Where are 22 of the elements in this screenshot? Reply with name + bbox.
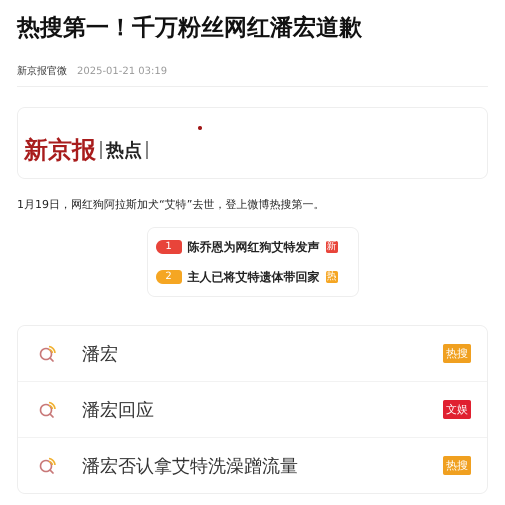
dot-icon xyxy=(198,126,202,130)
rank-badge: 2 xyxy=(156,270,182,284)
topic-tag: 热搜 xyxy=(443,344,471,363)
search-query[interactable]: 潘宏 xyxy=(82,342,443,366)
search-icon xyxy=(38,456,58,476)
search-query[interactable]: 潘宏回应 xyxy=(82,398,443,422)
hot-title[interactable]: 主人已将艾特遗体带回家 xyxy=(188,268,320,286)
headline: 热搜第一！千万粉丝网红潘宏道歉 xyxy=(17,14,363,43)
rank-badge: 1 xyxy=(156,240,182,254)
source-name: 新京报官微 xyxy=(17,64,67,78)
hot-badge: 新 xyxy=(326,241,338,253)
topic-tag: 文娱 xyxy=(443,400,471,419)
search-query[interactable]: 潘宏否认拿艾特洗澡蹭流量 xyxy=(82,454,443,478)
section-label: 热点 xyxy=(106,139,142,162)
brand-logo: 新京报 xyxy=(24,136,96,164)
topic-tag: 热搜 xyxy=(443,456,471,475)
publish-time: 2025-01-21 03:19 xyxy=(77,66,168,76)
search-icon xyxy=(38,344,58,364)
search-icon xyxy=(38,400,58,420)
hot-title[interactable]: 陈乔恩为网红狗艾特发声 xyxy=(188,238,320,256)
paragraph: 1月19日，网红狗阿拉斯加犬“艾特”去世，登上微博热搜第一。 xyxy=(17,197,326,213)
hot-badge: 热 xyxy=(326,271,338,283)
